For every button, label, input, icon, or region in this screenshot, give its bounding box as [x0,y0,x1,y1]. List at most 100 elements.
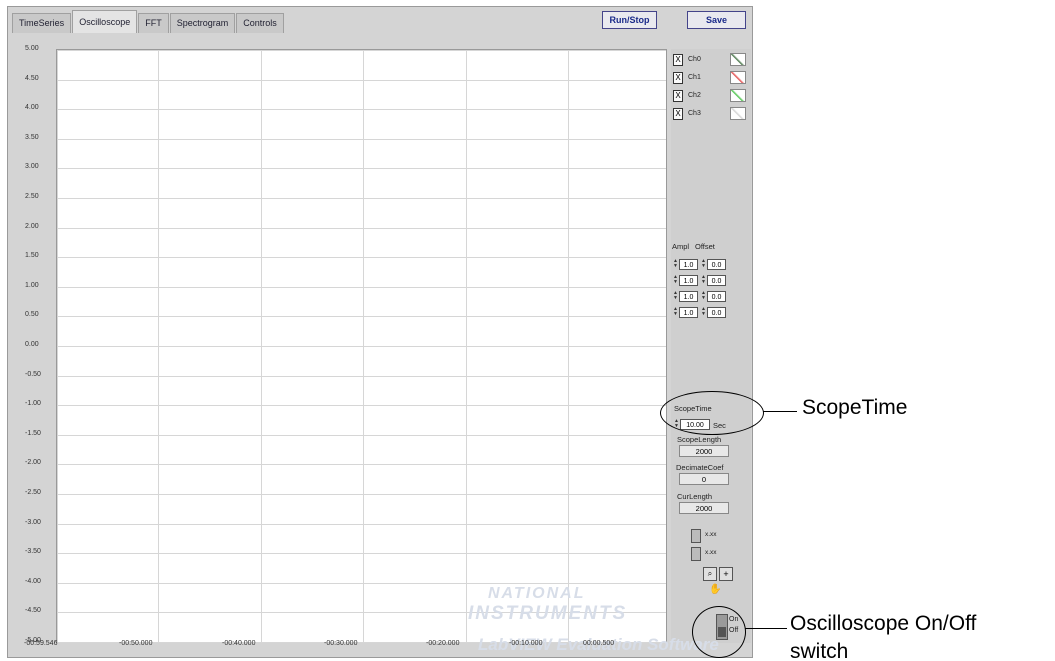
cur-length-value: 2000 [679,502,729,514]
ch1-ampl-input[interactable]: 1.0 [679,275,698,286]
tab-controls[interactable]: Controls [236,13,284,33]
scope-length-label: ScopeLength [677,435,722,444]
x-tick-label: 00:00.500 [583,640,615,647]
y-tick-label: -2.00 [25,459,41,466]
y-tick-label: -4.00 [25,578,41,585]
ch3-offset-input[interactable]: 0.0 [707,307,726,318]
x-tick-label: -00:50.000 [119,640,153,647]
grid-line-horizontal [57,494,666,495]
ch3-color-swatch[interactable] [730,107,746,120]
cursor-tool-icon[interactable]: + [719,567,733,581]
scope-time-callout-ellipse [660,391,764,435]
pan-hand-icon[interactable]: ✋ [709,584,721,596]
x-scale-lock-icon[interactable] [691,529,701,543]
ch1-checkbox[interactable]: X [673,72,683,84]
ampl-header: Ampl [672,242,690,251]
offset-header: Offset [695,242,715,251]
y-tick-label: 2.50 [25,193,39,200]
power-switch-callout-label-line1: Oscilloscope On/Off [790,612,977,635]
power-switch-callout-ellipse [692,606,746,658]
y-tick-label: 1.50 [25,252,39,259]
grid-line-horizontal [57,405,666,406]
y-format-label[interactable]: x.xx [705,549,717,556]
offset-spinner-icon[interactable]: ▲ ▼ [701,291,706,302]
ch0-label: Ch0 [688,56,701,63]
offset-spinner-icon[interactable]: ▲ ▼ [701,307,706,318]
y-tick-label: 3.00 [25,163,39,170]
y-tick-label: -2.50 [25,489,41,496]
x-tick-label: -00:20.000 [426,640,460,647]
ampl-spinner-icon[interactable]: ▲ ▼ [673,259,678,270]
offset-spinner-icon[interactable]: ▲ ▼ [701,275,706,286]
ch0-color-swatch[interactable] [730,53,746,66]
ch2-offset-input[interactable]: 0.0 [707,291,726,302]
tab-fft[interactable]: FFT [138,13,169,33]
x-tick-label: -00:30.000 [324,640,358,647]
x-format-label[interactable]: x.xx [705,531,717,538]
grid-line-horizontal [57,524,666,525]
tab-spectrogram[interactable]: Spectrogram [169,13,236,33]
oscilloscope-graph[interactable] [56,49,667,643]
ch3-label: Ch3 [688,110,701,117]
scope-time-callout-line [763,411,797,412]
ch1-offset-input[interactable]: 0.0 [707,275,726,286]
grid-line-horizontal [57,109,666,110]
ampl-spinner-icon[interactable]: ▲ ▼ [673,307,678,318]
ch2-ampl-input[interactable]: 1.0 [679,291,698,302]
tab-timeseries[interactable]: TimeSeries [12,13,72,33]
grid-line-horizontal [57,198,666,199]
grid-line-vertical [261,50,262,642]
channel-control-column: X Ch0 X Ch1 X Ch2 X Ch3 Ampl Offset ▲ ▼ 1… [671,49,751,643]
grid-line-vertical [158,50,159,642]
offset-spinner-icon[interactable]: ▲ ▼ [701,259,706,270]
ch0-offset-input[interactable]: 0.0 [707,259,726,270]
grid-line-horizontal [57,553,666,554]
grid-line-horizontal [57,464,666,465]
grid-line-horizontal [57,376,666,377]
grid-line-horizontal [57,287,666,288]
y-tick-label: 5.00 [25,45,39,52]
ch0-ampl-input[interactable]: 1.0 [679,259,698,270]
power-switch-callout-clip: switch [790,640,1055,661]
grid-line-horizontal [57,50,666,51]
x-tick-label: -00:10.000 [509,640,543,647]
ch2-label: Ch2 [688,92,701,99]
labview-front-panel: TimeSeries Oscilloscope FFT Spectrogram … [7,6,753,658]
y-tick-label: -3.00 [25,519,41,526]
run-stop-button[interactable]: Run/Stop [602,11,657,29]
ch3-checkbox[interactable]: X [673,108,683,120]
grid-line-horizontal [57,346,666,347]
grid-line-vertical [57,50,58,642]
grid-line-vertical [466,50,467,642]
grid-line-horizontal [57,435,666,436]
zoom-tool-icon[interactable]: ⌕ [703,567,717,581]
save-button[interactable]: Save [687,11,746,29]
y-tick-label: 3.50 [25,134,39,141]
ch2-checkbox[interactable]: X [673,90,683,102]
y-tick-label: 0.00 [25,341,39,348]
y-tick-label: -0.50 [25,371,41,378]
y-tick-label: 1.00 [25,282,39,289]
grid-line-horizontal [57,228,666,229]
cur-length-label: CurLength [677,492,713,501]
y-tick-label: 2.00 [25,223,39,230]
ch2-color-swatch[interactable] [730,89,746,102]
ampl-spinner-icon[interactable]: ▲ ▼ [673,275,678,286]
y-tick-label: 0.50 [25,311,39,318]
grid-line-horizontal [57,316,666,317]
ch0-checkbox[interactable]: X [673,54,683,66]
grid-line-vertical [568,50,569,642]
grid-line-horizontal [57,80,666,81]
grid-line-horizontal [57,583,666,584]
tab-bar: TimeSeries Oscilloscope FFT Spectrogram … [12,10,285,33]
grid-line-vertical [363,50,364,642]
ampl-spinner-icon[interactable]: ▲ ▼ [673,291,678,302]
y-scale-lock-icon[interactable] [691,547,701,561]
y-tick-label: 4.00 [25,104,39,111]
ch3-ampl-input[interactable]: 1.0 [679,307,698,318]
scope-length-value: 2000 [679,445,729,457]
y-tick-label: -3.50 [25,548,41,555]
grid-line-horizontal [57,168,666,169]
ch1-color-swatch[interactable] [730,71,746,84]
tab-oscilloscope[interactable]: Oscilloscope [72,10,138,33]
